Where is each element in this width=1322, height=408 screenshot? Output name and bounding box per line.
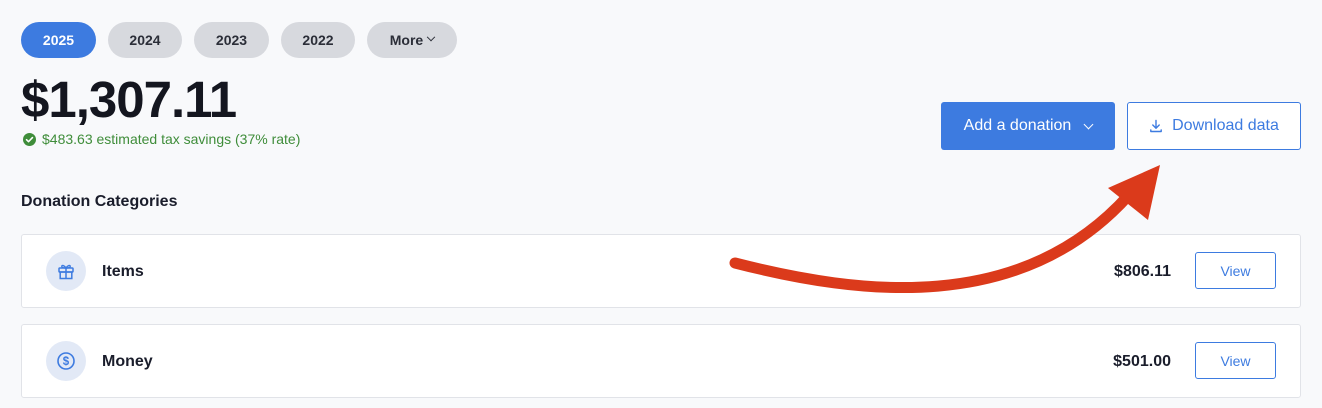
download-data-label: Download data bbox=[1172, 117, 1279, 134]
download-icon bbox=[1150, 119, 1163, 133]
chevron-down-icon bbox=[1083, 119, 1094, 129]
category-icon-circle bbox=[46, 251, 86, 291]
more-years-button[interactable]: More bbox=[367, 22, 457, 58]
add-donation-button[interactable]: Add a donation bbox=[941, 102, 1115, 150]
view-money-button[interactable]: View bbox=[1195, 342, 1276, 379]
total-donations: $1,307.11 bbox=[21, 71, 237, 128]
year-tab-2022[interactable]: 2022 bbox=[281, 22, 355, 58]
category-label: Items bbox=[102, 263, 144, 280]
more-label: More bbox=[389, 32, 424, 48]
category-label: Money bbox=[102, 353, 153, 370]
view-items-button[interactable]: View bbox=[1195, 252, 1276, 289]
category-amount: $806.11 bbox=[1114, 263, 1171, 280]
year-tab-2024[interactable]: 2024 bbox=[108, 22, 182, 58]
tax-savings-text: $483.63 estimated tax savings (37% rate) bbox=[42, 131, 301, 147]
download-data-button[interactable]: Download data bbox=[1127, 102, 1301, 150]
category-icon-circle: $ bbox=[46, 341, 86, 381]
year-tab-2025[interactable]: 2025 bbox=[21, 22, 96, 58]
category-amount: $501.00 bbox=[1113, 353, 1171, 370]
svg-text:$: $ bbox=[63, 356, 70, 368]
chevron-down-icon bbox=[426, 32, 436, 42]
category-row-money: $ Money $501.00 View bbox=[21, 324, 1301, 398]
category-row-items: Items $806.11 View bbox=[21, 234, 1301, 308]
dollar-coin-icon: $ bbox=[57, 352, 75, 370]
section-title: Donation Categories bbox=[21, 193, 178, 210]
year-tabs: 2025 2024 2023 2022 More bbox=[21, 22, 457, 58]
check-circle-icon bbox=[23, 132, 36, 146]
year-tab-2023[interactable]: 2023 bbox=[194, 22, 269, 58]
tax-savings: $483.63 estimated tax savings (37% rate) bbox=[23, 131, 300, 147]
gift-icon bbox=[58, 264, 74, 280]
add-donation-label: Add a donation bbox=[963, 117, 1072, 134]
